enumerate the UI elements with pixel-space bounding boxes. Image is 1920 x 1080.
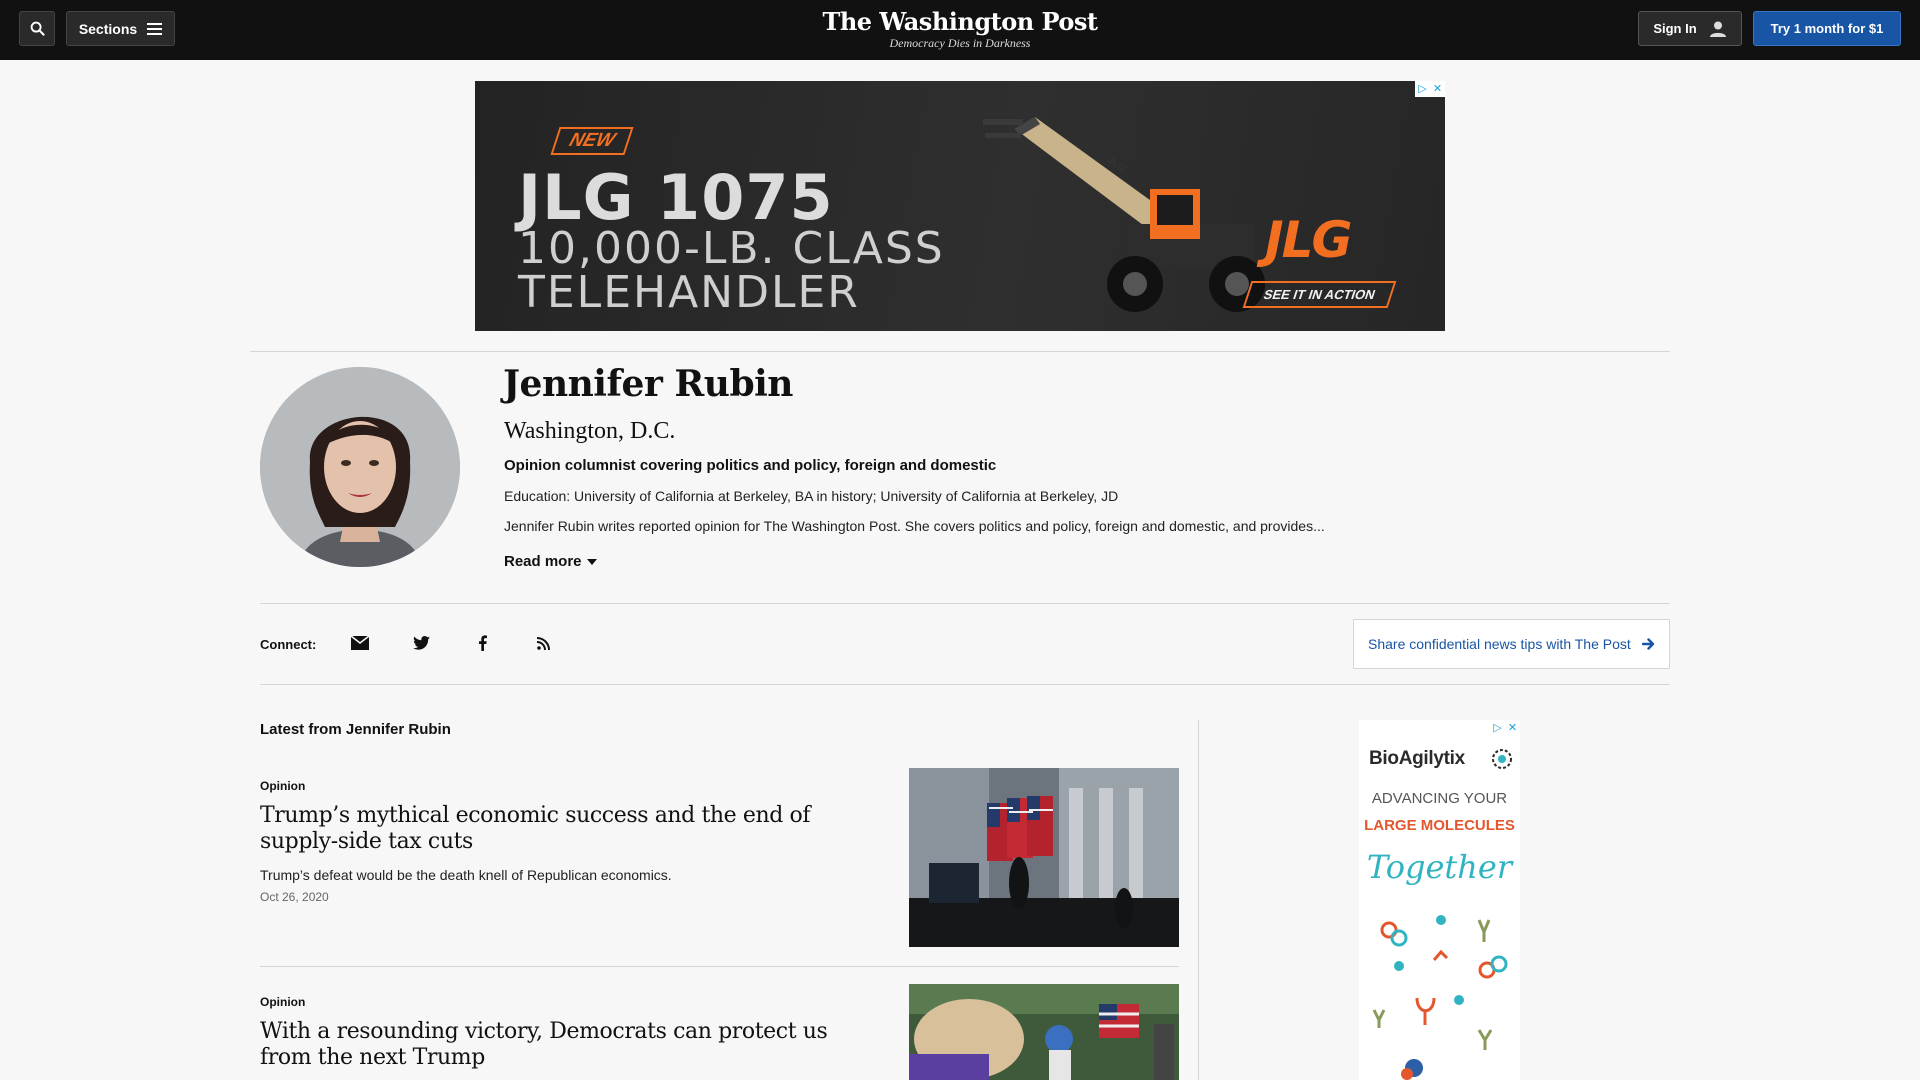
- sections-label: Sections: [78, 20, 138, 37]
- facebook-icon: [478, 635, 487, 651]
- article-image: [909, 768, 1179, 947]
- ad-cta-button[interactable]: SEE IT IN ACTION: [1242, 281, 1397, 308]
- twitter-link[interactable]: [410, 632, 432, 654]
- site-logo[interactable]: The Washington Post Democracy Dies in Da…: [810, 7, 1110, 51]
- envelope-icon: [351, 636, 369, 650]
- sections-button[interactable]: Sections: [66, 11, 175, 46]
- connect-label: Connect:: [260, 637, 317, 652]
- search-icon: [30, 21, 45, 36]
- rss-icon: [536, 636, 550, 650]
- logo-text: The Washington Post: [822, 7, 1098, 36]
- side-ad-line-3: Together: [1366, 848, 1513, 886]
- read-more-label: Read more: [504, 553, 582, 570]
- author-portrait: [260, 367, 460, 567]
- twitter-icon: [412, 636, 430, 650]
- advertisement-banner[interactable]: ▷ ✕ JLG NEW JLG 1075 10,000-LB. CLASS TE…: [475, 81, 1445, 331]
- antibody-pattern: [1372, 915, 1508, 1080]
- author-location: Washington, D.C.: [504, 418, 676, 444]
- ad-close-icon[interactable]: ✕: [1505, 720, 1520, 736]
- news-tips-label: Share confidential news tips with The Po…: [1368, 636, 1631, 652]
- ad-close-icon[interactable]: ✕: [1430, 81, 1445, 97]
- tagline: Democracy Dies in Darkness: [889, 36, 1031, 50]
- article-headline[interactable]: With a resounding victory, Democrats can…: [260, 1019, 880, 1071]
- news-tips-button[interactable]: Share confidential news tips with The Po…: [1353, 619, 1670, 669]
- article-thumbnail[interactable]: [909, 768, 1179, 947]
- ad-new-badge: NEW: [550, 127, 634, 155]
- article-thumbnail[interactable]: [909, 984, 1179, 1080]
- article-kicker: Opinion: [260, 779, 306, 793]
- author-name: Jennifer Rubin: [503, 363, 793, 405]
- rss-link[interactable]: [532, 632, 554, 654]
- read-more-button[interactable]: Read more: [504, 553, 597, 570]
- author-bio: Jennifer Rubin writes reported opinion f…: [504, 518, 1325, 534]
- article-blurb: Trump’s defeat would be the death knell …: [260, 867, 672, 883]
- author-education: Education: University of California at B…: [504, 488, 1119, 504]
- ad-info-icon[interactable]: ▷: [1415, 81, 1430, 97]
- sign-in-label: Sign In: [1653, 21, 1697, 36]
- subscribe-trial-button[interactable]: Try 1 month for $1: [1753, 11, 1901, 46]
- article-date: Oct 26, 2020: [260, 890, 329, 904]
- author-avatar: [260, 367, 460, 567]
- article-card[interactable]: Opinion With a resounding victory, Democ…: [260, 984, 1179, 1080]
- side-ad-line-1: ADVANCING YOUR: [1371, 790, 1508, 807]
- article-image: [909, 984, 1179, 1080]
- column-divider: [1198, 720, 1199, 1080]
- side-advertisement[interactable]: ▷ ✕ BioAgilytix ADVANCING YOUR LARGE MOL…: [1359, 720, 1520, 1080]
- article-card[interactable]: Opinion Trump’s mythical economic succes…: [260, 768, 1179, 968]
- arrow-right-icon: [1642, 638, 1655, 650]
- email-link[interactable]: [349, 632, 371, 654]
- divider: [260, 684, 1670, 685]
- ad-brand-logo: JLG: [1265, 211, 1353, 269]
- article-headline[interactable]: Trump’s mythical economic success and th…: [260, 803, 880, 855]
- side-ad-line-2: LARGE MOLECULES: [1364, 817, 1515, 834]
- author-role: Opinion columnist covering politics and …: [504, 457, 997, 474]
- facebook-link[interactable]: [471, 632, 493, 654]
- caret-down-icon: [586, 558, 597, 565]
- hamburger-icon: [147, 22, 163, 35]
- article-kicker: Opinion: [260, 995, 306, 1009]
- ad-choices[interactable]: ▷ ✕: [1415, 81, 1445, 97]
- ad-info-icon[interactable]: ▷: [1490, 720, 1505, 736]
- divider: [250, 351, 1670, 352]
- user-icon: [1709, 21, 1726, 37]
- divider: [260, 603, 1670, 604]
- sign-in-button[interactable]: Sign In: [1638, 11, 1742, 46]
- search-button[interactable]: [19, 11, 55, 46]
- ad-line-2: TELEHANDLER: [518, 267, 860, 318]
- top-navigation-bar: Sections The Washington Post Democracy D…: [0, 0, 1920, 60]
- telehandler-illustration: JLG: [983, 117, 1265, 312]
- side-ad-brand: BioAgilytix: [1369, 748, 1465, 769]
- latest-heading: Latest from Jennifer Rubin: [260, 721, 451, 738]
- molecule-logo-icon: [1492, 749, 1512, 769]
- divider: [260, 966, 1179, 967]
- ad-choices[interactable]: ▷ ✕: [1490, 720, 1520, 736]
